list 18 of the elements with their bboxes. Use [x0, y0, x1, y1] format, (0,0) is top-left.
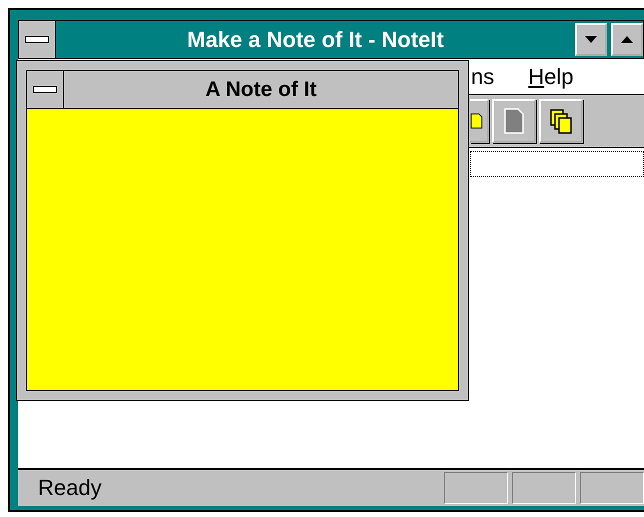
status-pane	[444, 472, 508, 504]
menu-item[interactable]: ns	[471, 64, 494, 90]
up-triangle-icon	[621, 36, 633, 43]
copy-pages-icon	[549, 108, 573, 134]
status-text: Ready	[38, 475, 103, 501]
page-icon	[503, 107, 525, 135]
minimize-button[interactable]	[575, 23, 607, 56]
system-menu-button[interactable]	[19, 21, 56, 58]
status-pane	[580, 472, 644, 504]
down-triangle-icon	[585, 36, 597, 43]
toolbar-button[interactable]	[470, 99, 489, 143]
note-title: A Note of It	[204, 78, 318, 102]
menu-item[interactable]: Help	[528, 64, 574, 90]
maximize-button[interactable]	[611, 23, 643, 56]
window-title: Make a Note of It - NoteIt	[186, 26, 445, 52]
toolbar-button[interactable]	[539, 99, 583, 143]
status-pane	[512, 472, 576, 504]
focus-row[interactable]	[470, 151, 644, 177]
